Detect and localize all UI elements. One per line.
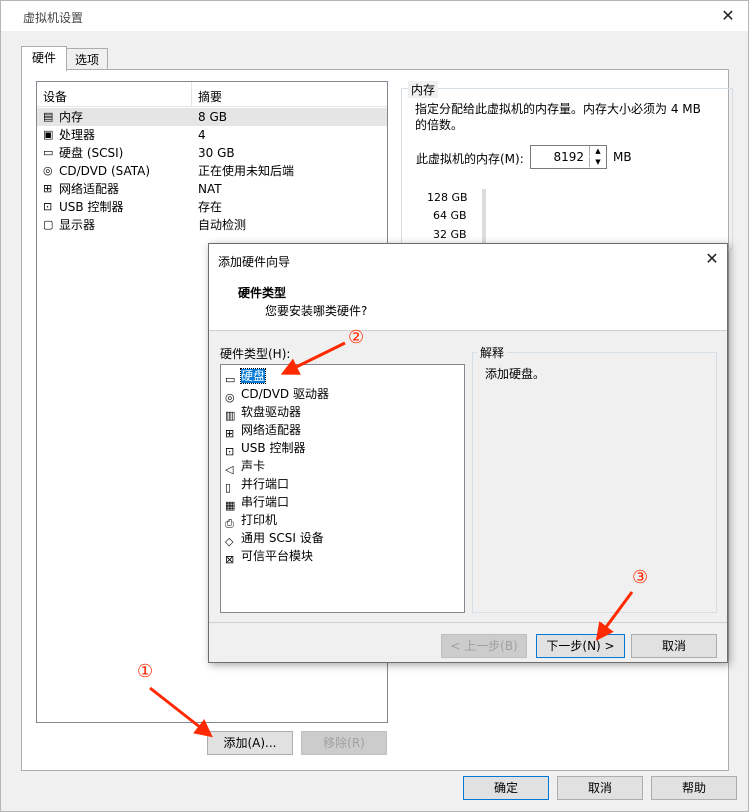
annotation-arrows — [149, 341, 634, 738]
arrow-to-next-button — [595, 591, 634, 641]
arrow-to-add-button — [149, 686, 213, 738]
tab-hardware[interactable]: 硬件 — [21, 46, 67, 71]
tab-hardware-label: 硬件 — [31, 51, 56, 65]
arrow-to-harddisk-item — [280, 341, 346, 375]
